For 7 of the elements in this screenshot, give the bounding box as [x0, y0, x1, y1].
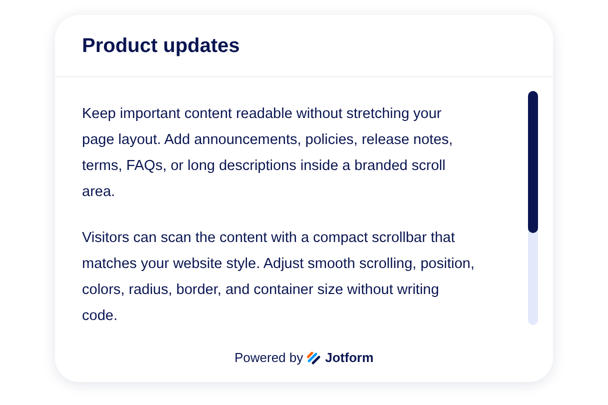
body-paragraph: Keep important content readable without stretching your page layout. Add announcements, policies, release notes, terms, FAQs, or long descriptions inside a branded scroll area.	[82, 105, 454, 202]
brand-name[interactable]: Jotform	[325, 348, 374, 368]
body-paragraph: Visitors can scan the content with a compact scrollbar that matches your website style. Adjust smooth scrolling, position, colors, radius, border, and container size without writing code.	[82, 229, 475, 326]
card-title: Product updates	[82, 34, 240, 58]
scrollbar-drawing[interactable]	[528, 91, 538, 325]
powered-by-label: Powered by	[234, 349, 304, 368]
logo-icon	[307, 351, 322, 365]
